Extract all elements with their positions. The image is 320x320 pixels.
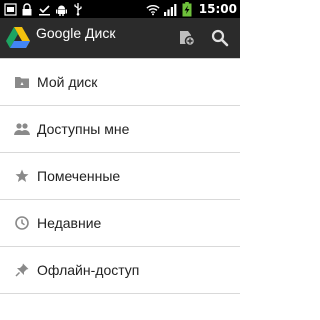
nav-item-starred[interactable]: Помеченные	[0, 153, 240, 200]
action-bar-actions	[174, 26, 240, 50]
android-icon	[54, 2, 68, 16]
nav-list: Мой диск Доступны мне Помеченные Недавни…	[0, 59, 240, 294]
star-icon	[14, 168, 30, 184]
pin-icon	[14, 262, 30, 278]
app-title: Google Диск	[36, 25, 116, 41]
screen: 15:00 Google Диск Мой диск Доступны мне …	[0, 0, 240, 320]
nav-item-recent[interactable]: Недавние	[0, 200, 240, 247]
nav-item-label: Доступны мне	[37, 121, 130, 137]
nav-item-label: Офлайн-доступ	[37, 262, 140, 278]
status-bar: 15:00	[0, 0, 240, 18]
nav-item-label: Мой диск	[37, 74, 98, 90]
people-icon	[14, 121, 30, 137]
clock-icon	[14, 215, 30, 231]
usb-debug-icon	[3, 2, 17, 16]
wifi-icon	[146, 2, 160, 16]
lock-icon	[20, 2, 34, 16]
google-drive-logo-icon[interactable]	[5, 25, 31, 51]
nav-item-my-drive[interactable]: Мой диск	[0, 59, 240, 106]
nav-item-label: Помеченные	[37, 168, 121, 184]
nav-item-label: Недавние	[37, 215, 102, 231]
download-done-icon	[37, 2, 51, 16]
action-bar: Google Диск	[0, 18, 240, 58]
nav-item-shared-with-me[interactable]: Доступны мне	[0, 106, 240, 153]
status-time: 15:00	[198, 2, 237, 16]
signal-icon	[163, 2, 177, 16]
folder-icon	[14, 74, 30, 90]
usb-icon	[71, 2, 85, 16]
nav-item-offline[interactable]: Офлайн-доступ	[0, 247, 240, 294]
status-bar-system: 15:00	[146, 0, 240, 18]
battery-charging-icon	[180, 1, 194, 16]
status-bar-notifications	[0, 0, 85, 18]
drive-add-icon[interactable]	[174, 26, 198, 50]
search-icon[interactable]	[208, 26, 232, 50]
